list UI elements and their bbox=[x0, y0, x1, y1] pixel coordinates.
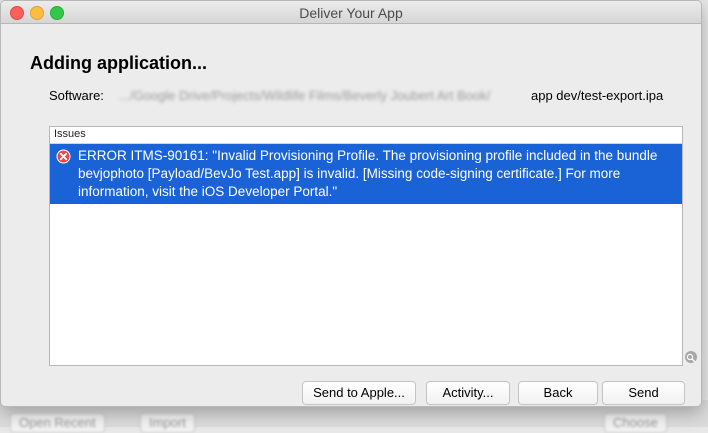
issue-message: ERROR ITMS-90161: "Invalid Provisioning … bbox=[78, 148, 658, 199]
software-path: app dev/test-export.ipa bbox=[531, 88, 664, 103]
background-import-button: Import bbox=[140, 413, 195, 433]
search-icon[interactable] bbox=[685, 351, 697, 363]
send-to-apple-button[interactable]: Send to Apple... bbox=[302, 381, 416, 405]
error-icon bbox=[56, 149, 71, 164]
issues-header-label: Issues bbox=[54, 128, 86, 140]
issues-list[interactable]: Issues ERROR ITMS-90161: "Invalid Provis… bbox=[49, 126, 683, 366]
background-open-recent-button: Open Recent bbox=[10, 413, 105, 433]
title-bar: Deliver Your App bbox=[1, 1, 701, 24]
deliver-app-window: Deliver Your App Adding application... S… bbox=[0, 0, 702, 407]
activity-button[interactable]: Activity... bbox=[426, 381, 510, 405]
software-path-redacted: .../Google Drive/Projects/Wildlife Films… bbox=[119, 88, 491, 103]
issue-row-selected[interactable]: ERROR ITMS-90161: "Invalid Provisioning … bbox=[50, 144, 682, 204]
software-label: Software: bbox=[49, 88, 104, 103]
background-choose-button: Choose bbox=[604, 413, 667, 433]
window-title: Deliver Your App bbox=[299, 5, 403, 21]
issues-column-header[interactable]: Issues bbox=[50, 127, 682, 144]
send-button[interactable]: Send bbox=[602, 381, 685, 405]
page-title: Adding application... bbox=[30, 53, 207, 73]
back-button[interactable]: Back bbox=[518, 381, 598, 405]
